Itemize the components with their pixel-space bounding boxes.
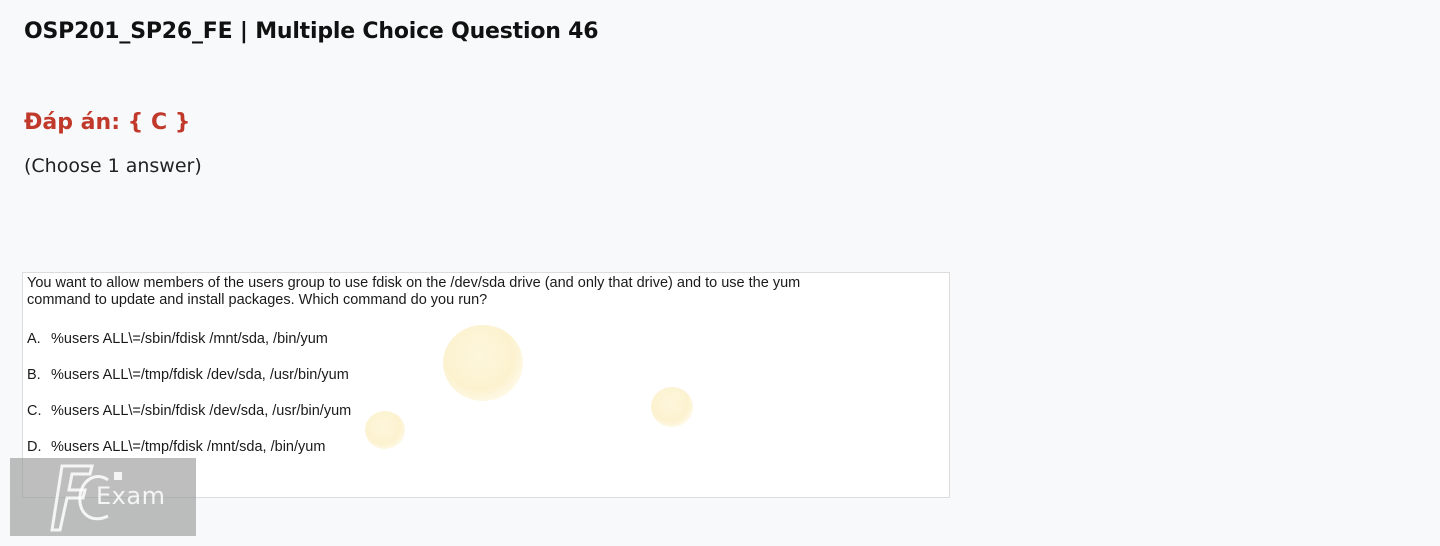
option-text: %users ALL\=/sbin/fdisk /dev/sda, /usr/b… (51, 403, 352, 419)
answer-key: Đáp án: { C } (24, 110, 191, 135)
answer-instruction: (Choose 1 answer) (24, 155, 202, 177)
option-b: B. %users ALL\=/tmp/fdisk /dev/sda, /usr/… (27, 367, 349, 383)
option-text: %users ALL\=/tmp/fdisk /dev/sda, /usr/bi… (51, 367, 349, 383)
watermark-blob (365, 411, 405, 449)
watermark-blob (443, 325, 523, 401)
fc-exam-watermark: Exam (10, 458, 196, 536)
watermark-text: Exam (96, 482, 166, 510)
option-text: %users ALL\=/tmp/fdisk /mnt/sda, /bin/yu… (51, 439, 326, 455)
watermark-blob (651, 387, 693, 427)
option-letter: B. (27, 367, 41, 383)
page-title: OSP201_SP26_FE | Multiple Choice Questio… (24, 19, 599, 44)
option-letter: A. (27, 331, 41, 347)
option-letter: D. (27, 439, 42, 455)
question-stem: You want to allow members of the users g… (27, 275, 801, 308)
option-d: D. %users ALL\=/tmp/fdisk /mnt/sda, /bin/… (27, 439, 325, 455)
option-c: C. %users ALL\=/sbin/fdisk /dev/sda, /usr… (27, 403, 351, 419)
option-text: %users ALL\=/sbin/fdisk /mnt/sda, /bin/y… (51, 331, 328, 347)
option-a: A. %users ALL\=/sbin/fdisk /mnt/sda, /bin… (27, 331, 328, 347)
option-letter: C. (27, 403, 42, 419)
